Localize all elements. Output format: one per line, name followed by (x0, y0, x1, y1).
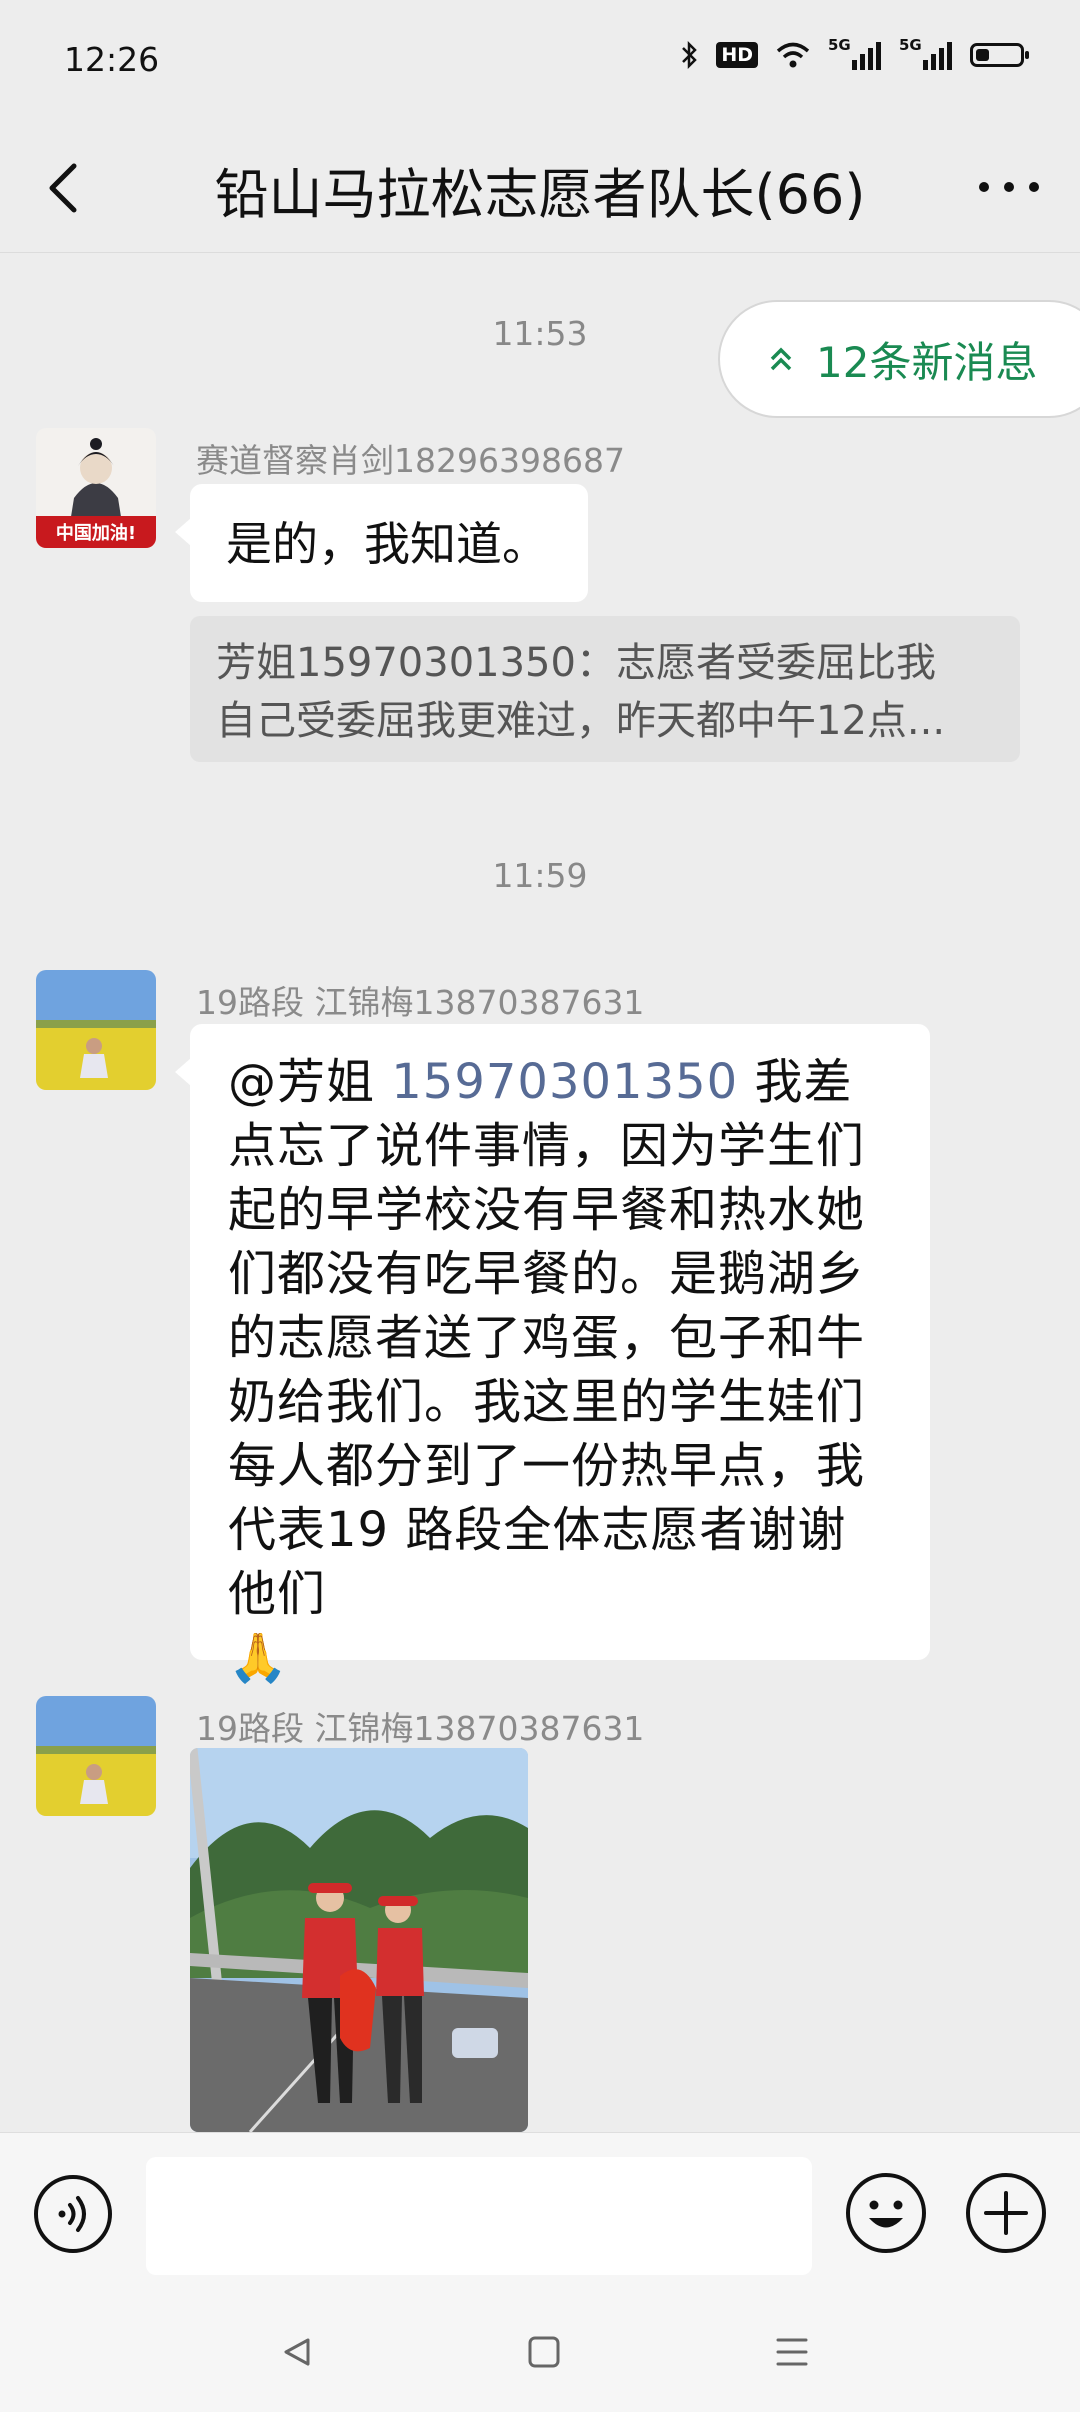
mention-at: @芳姐 (228, 1054, 392, 1110)
chat-title: 铅山马拉松志愿者队长(66) (214, 163, 866, 226)
system-navigation-bar (0, 2292, 1080, 2412)
message-bubble[interactable]: @芳姐 15970301350 我差点忘了说件事情，因为学生们起的早学校没有早餐… (175, 1024, 930, 1686)
signal-icon-2: 5G (899, 36, 952, 70)
nav-home-icon[interactable] (526, 2334, 562, 2370)
new-messages-button[interactable]: 12条新消息 (718, 300, 1080, 418)
message-text: 我差点忘了说件事情，因为学生们起的早学校没有早餐和热水她们都没有吃早餐的。是鹅湖… (228, 1054, 866, 1622)
emoji-icon[interactable] (844, 2171, 928, 2255)
battery-icon (970, 43, 1029, 67)
sender-name: 19路段 江锦梅13870387631 (196, 1709, 645, 1748)
quote-line: 芳姐15970301350：志愿者受委屈比我 (216, 640, 936, 686)
plus-icon[interactable] (964, 2171, 1048, 2255)
quote-line: 自己受委屈我更难过，昨天都中午12点... (216, 698, 946, 744)
avatar[interactable] (36, 1696, 156, 1816)
more-options-icon[interactable] (964, 152, 1054, 222)
hd-badge: HD (716, 42, 758, 68)
nav-menu-icon[interactable] (774, 2334, 810, 2370)
message-timestamp: 11:59 (492, 856, 588, 895)
message-input[interactable] (146, 2157, 812, 2275)
pray-emoji: 🙏 (228, 1630, 289, 1686)
quoted-message[interactable]: 芳姐15970301350：志愿者受委屈比我 自己受委屈我更难过，昨天都中午12… (190, 616, 1020, 762)
avatar-caption: 中国加油! (56, 522, 136, 544)
message-bubble[interactable]: 是的，我知道。 (175, 484, 588, 602)
nav-back-icon[interactable] (278, 2334, 314, 2370)
status-icons: HD 5G 5G (680, 36, 1029, 70)
mention-phone-link[interactable]: 15970301350 (391, 1054, 738, 1110)
status-time: 12:26 (64, 40, 160, 79)
bluetooth-icon (682, 40, 698, 70)
sender-name: 赛道督察肖剑18296398687 (196, 441, 625, 480)
message-input-bar (0, 2132, 1080, 2293)
photo-message[interactable] (190, 1748, 528, 2132)
avatar[interactable] (36, 970, 156, 1090)
double-chevron-up-icon (768, 345, 794, 373)
sender-name: 19路段 江锦梅13870387631 (196, 983, 645, 1022)
chat-header: 铅山马拉松志愿者队长(66) (0, 122, 1080, 253)
wifi-icon (776, 42, 810, 68)
new-messages-label: 12条新消息 (816, 337, 1038, 387)
avatar[interactable]: 中国加油! (36, 428, 156, 548)
voice-input-icon[interactable] (32, 2173, 114, 2255)
message-text: 是的，我知道。 (226, 517, 548, 571)
status-bar: 12:26 HD 5G 5G (0, 0, 1080, 122)
signal-icon-1: 5G (828, 36, 881, 70)
battery-level (976, 49, 989, 61)
